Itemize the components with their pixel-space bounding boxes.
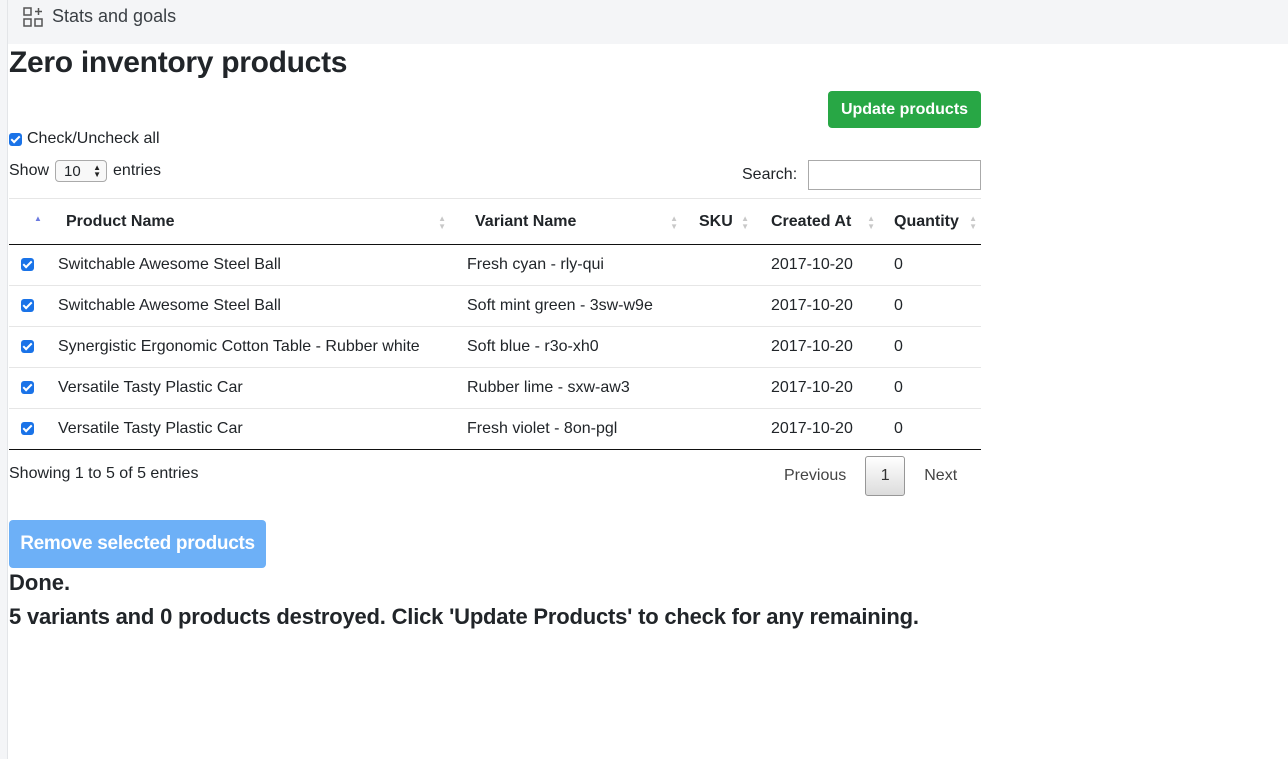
sort-icon: ▲ ▼ (670, 214, 678, 231)
product-name-cell: Switchable Awesome Steel Ball (49, 285, 458, 327)
entries-select-value: 10 (64, 162, 81, 180)
table-row[interactable]: Versatile Tasty Plastic Car Rubber lime -… (9, 367, 981, 409)
sort-icon: ▲ ▼ (867, 214, 875, 231)
created-at-cell: 2017-10-20 (753, 326, 877, 368)
update-products-button[interactable]: Update products (828, 91, 981, 128)
check-all-checkbox[interactable] (9, 132, 22, 146)
variant-name-cell: Fresh violet - 8on-pgl (458, 408, 682, 450)
variant-name-cell: Fresh cyan - rly-qui (467, 256, 604, 273)
sku-cell (682, 326, 753, 368)
entries-length: Show 10 ▲ ▼ entries (9, 160, 161, 182)
table-info: Showing 1 to 5 of 5 entries (9, 465, 199, 482)
table-row[interactable]: Switchable Awesome Steel Ball Soft mint g… (9, 285, 981, 327)
sort-icon: ▲ ▼ (438, 214, 446, 231)
quantity-cell: 0 (894, 256, 903, 273)
pagination: Previous 1 Next (770, 455, 957, 496)
quantity-cell: 0 (877, 285, 981, 327)
created-at-cell: 2017-10-20 (753, 367, 877, 409)
header-sku[interactable]: SKU ▲ ▼ (682, 198, 753, 245)
table-row[interactable]: Synergistic Ergonomic Cotton Table - Rub… (9, 326, 981, 368)
table-header-row: ▲ Product Name ▲ ▼ Variant Name ▲ ▼ SKU ▲ ▼… (9, 198, 981, 245)
header-variant-name[interactable]: Variant Name ▲ ▼ (458, 198, 682, 245)
row-checkbox-input[interactable] (21, 340, 34, 353)
product-name-cell: Versatile Tasty Plastic Car (49, 408, 458, 450)
check-all[interactable]: Check/Uncheck all (9, 130, 160, 148)
header-variant-name-label: Variant Name (475, 212, 577, 230)
header-created-at[interactable]: Created At ▲ ▼ (753, 198, 877, 245)
quantity-cell: 0 (877, 408, 981, 450)
sku-cell (682, 367, 753, 409)
row-checkbox[interactable] (9, 285, 49, 327)
header-sku-label: SKU (699, 212, 733, 230)
quantity-cell: 0 (877, 326, 981, 368)
search-label: Search: (742, 166, 798, 183)
header-quantity-label: Quantity (894, 212, 959, 230)
table-row[interactable]: Versatile Tasty Plastic Car Fresh violet … (9, 408, 981, 450)
header-quantity[interactable]: Quantity ▲ ▼ (877, 198, 981, 245)
product-name-cell: Synergistic Ergonomic Cotton Table - Rub… (49, 326, 458, 368)
sort-asc-icon: ▲ (34, 214, 42, 223)
entries-label: entries (113, 162, 162, 179)
variant-name-cell: Rubber lime - sxw-aw3 (458, 367, 682, 409)
header-select[interactable]: ▲ (9, 198, 49, 245)
created-at-cell: 2017-10-20 (753, 285, 877, 327)
row-checkbox-input[interactable] (21, 381, 34, 394)
previous-page-button[interactable]: Previous (784, 467, 846, 485)
product-name-cell: Switchable Awesome Steel Ball (58, 256, 281, 273)
row-checkbox[interactable] (9, 408, 49, 450)
next-page-button[interactable]: Next (924, 467, 957, 485)
page-1-button[interactable]: 1 (865, 455, 906, 496)
products-table: ▲ Product Name ▲ ▼ Variant Name ▲ ▼ SKU ▲ ▼… (9, 198, 981, 450)
row-checkbox-input[interactable] (21, 299, 34, 312)
row-checkbox[interactable] (9, 326, 49, 368)
top-bar: Stats and goals (8, 0, 1288, 44)
quantity-cell: 0 (877, 367, 981, 409)
stats-and-goals-link[interactable]: Stats and goals (52, 6, 176, 27)
check-all-label: Check/Uncheck all (27, 130, 160, 147)
row-checkbox[interactable] (9, 367, 49, 409)
sku-cell (682, 285, 753, 327)
grid-add-icon[interactable] (23, 7, 43, 27)
header-product-name[interactable]: Product Name ▲ ▼ (49, 198, 458, 245)
product-name-cell: Versatile Tasty Plastic Car (49, 367, 458, 409)
header-created-at-label: Created At (771, 212, 852, 230)
table-row[interactable]: Switchable Awesome Steel Ball Fresh cyan … (9, 245, 981, 286)
show-label: Show (9, 162, 50, 179)
created-at-cell: 2017-10-20 (771, 256, 853, 273)
left-edge (0, 0, 8, 759)
status-done: Done. (9, 570, 71, 595)
variant-name-cell: Soft mint green - 3sw-w9e (458, 285, 682, 327)
sort-icon: ▲ ▼ (741, 214, 749, 231)
row-checkbox[interactable] (9, 245, 49, 286)
search-input[interactable] (808, 160, 981, 190)
entries-select[interactable]: 10 ▲ ▼ (55, 160, 108, 182)
select-arrows-icon: ▲ ▼ (93, 163, 102, 179)
header-product-name-label: Product Name (66, 212, 175, 230)
sku-cell (682, 245, 753, 286)
row-checkbox-input[interactable] (21, 422, 34, 435)
created-at-cell: 2017-10-20 (753, 408, 877, 450)
remove-selected-products-button[interactable]: Remove selected products (9, 520, 266, 568)
variant-name-cell: Soft blue - r3o-xh0 (458, 326, 682, 368)
sku-cell (682, 408, 753, 450)
row-checkbox-input[interactable] (21, 258, 34, 271)
page-title: Zero inventory products (9, 46, 348, 79)
status-message: 5 variants and 0 products destroyed. Cli… (9, 604, 919, 629)
sort-icon: ▲ ▼ (969, 214, 977, 231)
